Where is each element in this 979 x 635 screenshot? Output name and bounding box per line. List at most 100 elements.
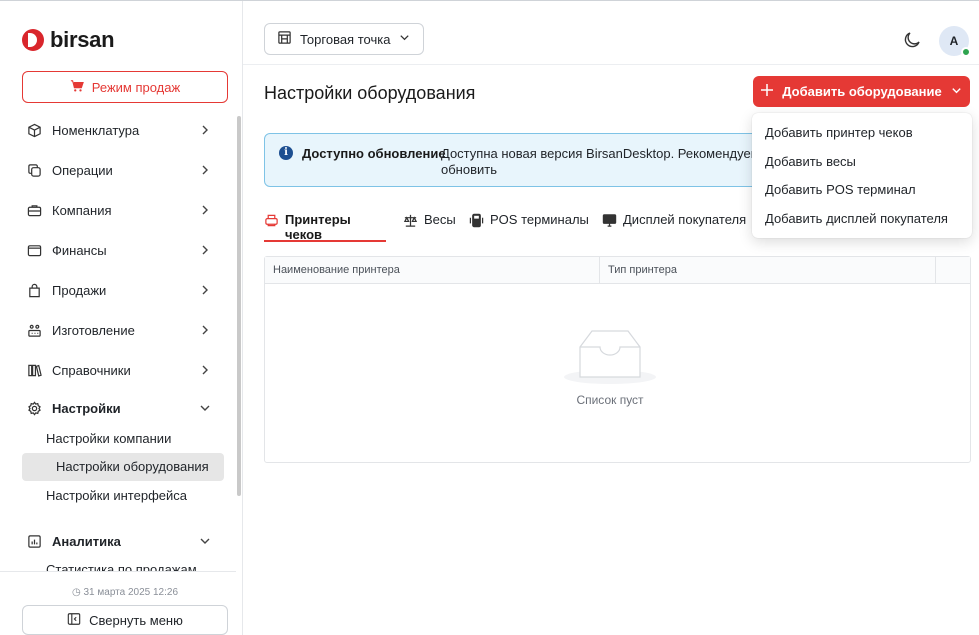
- column-header-printer-type[interactable]: Тип принтера: [600, 257, 936, 284]
- sidebar-item-label: Финансы: [52, 242, 107, 258]
- brand-logo[interactable]: birsan: [22, 27, 115, 53]
- briefcase-icon: [26, 202, 42, 218]
- store-select-label: Торговая точка: [300, 31, 391, 47]
- empty-state-text: Список пуст: [576, 393, 644, 407]
- wallet-icon: [26, 242, 42, 258]
- tab-scales[interactable]: Весы: [403, 212, 456, 242]
- sidebar-item-analytics[interactable]: Аналитика: [26, 530, 216, 552]
- equipment-tabs: Принтеры чеков Весы POS терминалы Диспле…: [264, 212, 804, 242]
- sidebar-collapse-icon: [67, 612, 81, 629]
- chevron-down-icon: [950, 84, 963, 100]
- sidebar: birsan Режим продаж Номенклатура Операци…: [0, 1, 243, 635]
- tab-label: Весы: [424, 212, 456, 227]
- sidebar-subitem-interface-settings[interactable]: Настройки интерфейса: [46, 482, 187, 510]
- sidebar-footer-divider: [0, 571, 236, 572]
- alert-title: Доступно обновление: [302, 146, 446, 161]
- sidebar-item-label: Справочники: [52, 362, 131, 378]
- tab-customer-display[interactable]: Дисплей покупателя: [602, 212, 746, 242]
- sales-mode-button[interactable]: Режим продаж: [22, 71, 228, 103]
- menu-item-add-receipt-printer[interactable]: Добавить принтер чеков: [765, 124, 913, 142]
- chevron-right-icon: [198, 363, 212, 377]
- chevron-down-icon: [198, 401, 212, 415]
- collapse-menu-label: Свернуть меню: [89, 612, 183, 628]
- sidebar-item-label: Компания: [52, 202, 112, 218]
- sidebar-item-manufacturing[interactable]: Изготовление: [26, 319, 216, 341]
- monitor-icon: [602, 212, 617, 231]
- column-header-printer-name[interactable]: Наименование принтера: [265, 257, 600, 284]
- sidebar-item-label: Номенклатура: [52, 122, 140, 138]
- tab-pos-terminals[interactable]: POS терминалы: [469, 212, 589, 242]
- tab-label: POS терминалы: [490, 212, 589, 227]
- menu-item-add-pos-terminal[interactable]: Добавить POS терминал: [765, 181, 916, 199]
- sidebar-item-company[interactable]: Компания: [26, 199, 216, 221]
- chevron-right-icon: [198, 243, 212, 257]
- books-icon: [26, 362, 42, 378]
- empty-inbox-icon: [535, 327, 685, 387]
- plus-icon: [760, 83, 774, 100]
- tab-label: Дисплей покупателя: [623, 212, 747, 227]
- copy-icon: [26, 162, 42, 178]
- pos-terminal-icon: [469, 212, 484, 231]
- column-header-actions: [936, 257, 970, 284]
- sidebar-item-nomenclature[interactable]: Номенклатура: [26, 119, 216, 141]
- chevron-right-icon: [198, 123, 212, 137]
- logo-icon: [22, 29, 44, 51]
- menu-item-add-customer-display[interactable]: Добавить дисплей покупателя: [765, 210, 948, 228]
- sidebar-item-label: Продажи: [52, 282, 107, 298]
- empty-state: Список пуст: [535, 327, 685, 407]
- add-equipment-dropdown: Добавить принтер чеков Добавить весы Доб…: [752, 113, 972, 238]
- scales-icon: [403, 212, 418, 231]
- add-equipment-button[interactable]: Добавить оборудование: [753, 76, 970, 107]
- menu-item-add-scales[interactable]: Добавить весы: [765, 153, 856, 171]
- collapse-menu-button[interactable]: Свернуть меню: [22, 605, 228, 635]
- sidebar-subitem-sales-stats[interactable]: Статистика по продажам: [46, 563, 197, 571]
- info-icon: i: [279, 146, 293, 160]
- chevron-right-icon: [198, 283, 212, 297]
- sidebar-item-directories[interactable]: Справочники: [26, 359, 216, 381]
- sidebar-subitem-company-settings[interactable]: Настройки компании: [46, 425, 171, 453]
- sidebar-item-label: Настройки: [52, 400, 121, 416]
- user-avatar[interactable]: A: [939, 26, 971, 57]
- printers-table: Наименование принтера Тип принтера Списо…: [264, 256, 971, 463]
- store-icon: [277, 30, 292, 48]
- sidebar-subitem-equipment-settings[interactable]: Настройки оборудования: [22, 453, 224, 481]
- datetime-label: ◷ 31 марта 2025 12:26: [0, 587, 250, 598]
- sidebar-item-sales[interactable]: Продажи: [26, 279, 216, 301]
- top-bar: Торговая точка A: [243, 1, 979, 65]
- add-equipment-label: Добавить оборудование: [782, 84, 942, 99]
- sidebar-item-label: Аналитика: [52, 533, 121, 549]
- tab-receipt-printers[interactable]: Принтеры чеков: [264, 212, 386, 242]
- alert-text: Доступна новая версия BirsanDesktop. Рек…: [441, 146, 760, 177]
- tab-label: Принтеры чеков: [285, 212, 351, 242]
- store-select[interactable]: Торговая точка: [264, 23, 425, 55]
- brand-name: birsan: [50, 27, 115, 52]
- chevron-right-icon: [198, 203, 212, 217]
- clock-icon: ◷: [71, 587, 84, 598]
- sidebar-item-label: Изготовление: [52, 322, 135, 338]
- cube-icon: [26, 122, 42, 138]
- factory-icon: [26, 322, 42, 338]
- update-alert: i Доступно обновление Доступна новая вер…: [264, 133, 764, 187]
- sales-mode-label: Режим продаж: [91, 79, 181, 95]
- chevron-right-icon: [198, 163, 212, 177]
- sidebar-item-label: Операции: [52, 162, 113, 178]
- sidebar-item-finance[interactable]: Финансы: [26, 239, 216, 261]
- printer-icon: [264, 212, 279, 231]
- sidebar-item-settings[interactable]: Настройки: [26, 397, 216, 419]
- chevron-down-icon: [198, 534, 212, 548]
- online-status-dot: [961, 47, 971, 57]
- sidebar-nav: Номенклатура Операции Компания Финансы П…: [0, 113, 236, 569]
- table-header: Наименование принтера Тип принтера: [265, 257, 970, 284]
- sidebar-scrollbar[interactable]: [237, 116, 241, 496]
- avatar-initial: A: [949, 34, 959, 48]
- sidebar-item-operations[interactable]: Операции: [26, 159, 216, 181]
- shopping-bag-icon: [26, 282, 42, 298]
- datetime-text: 31 марта 2025 12:26: [83, 587, 179, 598]
- chevron-right-icon: [198, 323, 212, 337]
- chart-icon: [26, 533, 42, 549]
- chevron-down-icon: [398, 31, 411, 47]
- gear-icon: [26, 400, 42, 416]
- theme-toggle-moon-icon[interactable]: [903, 31, 921, 49]
- page-title: Настройки оборудования: [264, 83, 476, 103]
- cart-icon: [70, 79, 84, 96]
